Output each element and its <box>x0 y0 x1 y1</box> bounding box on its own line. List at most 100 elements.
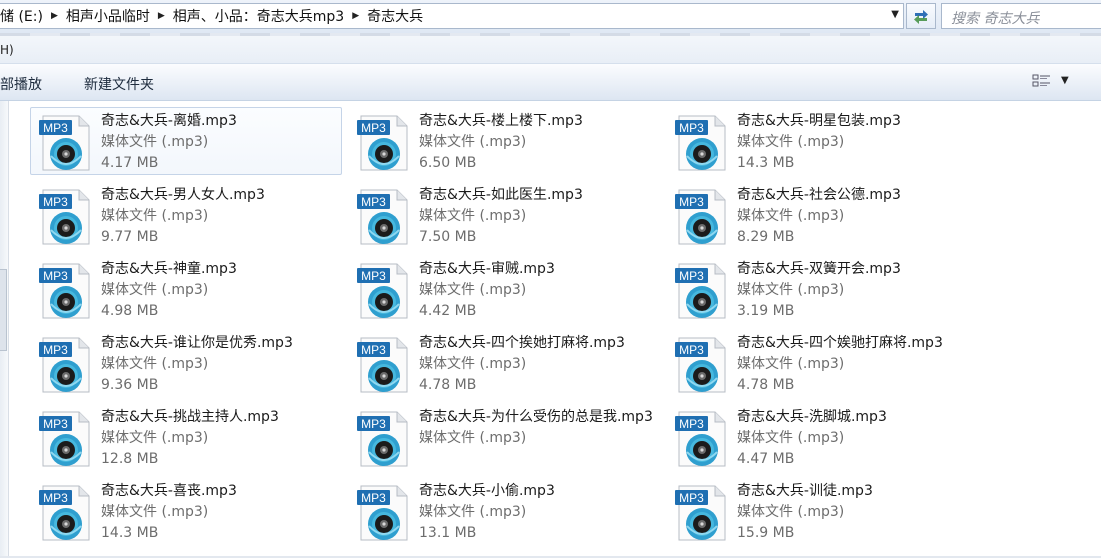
file-type: 媒体文件 (.mp3) <box>737 134 845 150</box>
file-type: 媒体文件 (.mp3) <box>419 134 527 150</box>
command-toolbar: 全部播放 新建文件夹 ▼ <box>0 64 1101 101</box>
file-name: 奇志&大兵-离婚.mp3 <box>101 113 237 129</box>
svg-text:MP3: MP3 <box>43 343 68 357</box>
file-type: 媒体文件 (.mp3) <box>101 134 209 150</box>
file-size: 3.19 MB <box>737 303 795 319</box>
file-size: 6.50 MB <box>419 155 477 171</box>
svg-text:MP3: MP3 <box>679 343 704 357</box>
file-details: 奇志&大兵-神童.mp3 媒体文件 (.mp3) 4.98 MB <box>101 259 343 322</box>
file-name: 奇志&大兵-双簧开会.mp3 <box>737 261 901 277</box>
file-size: 4.98 MB <box>101 303 159 319</box>
svg-text:MP3: MP3 <box>361 269 386 283</box>
svg-text:MP3: MP3 <box>679 269 704 283</box>
play-all-button[interactable]: 全部播放 <box>0 74 42 94</box>
file-item[interactable]: MP3 奇志&大兵-训徒.mp3 媒体文件 (.mp3) 15.9 MB <box>666 477 978 545</box>
file-item[interactable]: MP3 奇志&大兵-洗脚城.mp3 媒体文件 (.mp3) 4.47 MB <box>666 403 978 471</box>
mp3-file-icon: MP3 <box>675 411 726 467</box>
file-type: 媒体文件 (.mp3) <box>101 208 209 224</box>
file-item[interactable]: MP3 奇志&大兵-挑战主持人.mp3 媒体文件 (.mp3) 12.8 MB <box>30 403 342 471</box>
svg-text:MP3: MP3 <box>43 269 68 283</box>
mp3-file-icon: MP3 <box>39 411 90 467</box>
file-details: 奇志&大兵-洗脚城.mp3 媒体文件 (.mp3) 4.47 MB <box>737 407 979 470</box>
file-item[interactable]: MP3 奇志&大兵-喜丧.mp3 媒体文件 (.mp3) 14.3 MB <box>30 477 342 545</box>
mp3-file-icon: MP3 <box>675 189 726 245</box>
svg-text:MP3: MP3 <box>361 343 386 357</box>
chevron-right-icon[interactable]: ▶ <box>350 11 361 21</box>
file-type: 媒体文件 (.mp3) <box>101 504 209 520</box>
file-size: 15.9 MB <box>737 525 795 541</box>
file-item[interactable]: MP3 奇志&大兵-神童.mp3 媒体文件 (.mp3) 4.98 MB <box>30 255 342 323</box>
file-item[interactable]: MP3 奇志&大兵-谁让你是优秀.mp3 媒体文件 (.mp3) 9.36 MB <box>30 329 342 397</box>
new-folder-button[interactable]: 新建文件夹 <box>84 74 154 94</box>
mp3-file-icon: MP3 <box>39 337 90 393</box>
file-item[interactable]: MP3 奇志&大兵-双簧开会.mp3 媒体文件 (.mp3) 3.19 MB <box>666 255 978 323</box>
file-details: 奇志&大兵-离婚.mp3 媒体文件 (.mp3) 4.17 MB <box>101 111 343 174</box>
file-details: 奇志&大兵-如此医生.mp3 媒体文件 (.mp3) 7.50 MB <box>419 185 661 248</box>
file-name: 奇志&大兵-为什么受伤的总是我.mp3 <box>419 409 653 425</box>
breadcrumb[interactable]: 存储 (E:) ▶ 相声小品临时 ▶ 相声、小品：奇志大兵mp3 ▶ 奇志大兵 … <box>0 3 904 29</box>
file-details: 奇志&大兵-明星包装.mp3 媒体文件 (.mp3) 14.3 MB <box>737 111 979 174</box>
mp3-file-icon: MP3 <box>675 485 726 541</box>
file-name: 奇志&大兵-神童.mp3 <box>101 261 237 277</box>
menu-item-help[interactable]: H) <box>0 43 14 57</box>
file-item[interactable]: MP3 奇志&大兵-社会公德.mp3 媒体文件 (.mp3) 8.29 MB <box>666 181 978 249</box>
address-dropdown-icon[interactable]: ▼ <box>891 9 899 20</box>
file-size: 12.8 MB <box>101 451 159 467</box>
file-item[interactable]: MP3 奇志&大兵-男人女人.mp3 媒体文件 (.mp3) 9.77 MB <box>30 181 342 249</box>
scrollbar-thumb[interactable] <box>0 269 7 351</box>
mp3-file-icon: MP3 <box>39 115 90 171</box>
file-name: 奇志&大兵-喜丧.mp3 <box>101 483 237 499</box>
file-item[interactable]: MP3 奇志&大兵-四个挨她打麻将.mp3 媒体文件 (.mp3) 4.78 M… <box>348 329 660 397</box>
change-view-icon[interactable] <box>1032 74 1052 90</box>
svg-text:MP3: MP3 <box>361 417 386 431</box>
file-item[interactable]: MP3 奇志&大兵-离婚.mp3 媒体文件 (.mp3) 4.17 MB <box>30 107 342 175</box>
search-input[interactable]: 搜索 奇志大兵 <box>941 3 1101 29</box>
file-item[interactable]: MP3 奇志&大兵-为什么受伤的总是我.mp3 媒体文件 (.mp3) <box>348 403 660 471</box>
file-item[interactable]: MP3 奇志&大兵-小偷.mp3 媒体文件 (.mp3) 13.1 MB <box>348 477 660 545</box>
breadcrumb-current-folder[interactable]: 奇志大兵 <box>361 6 429 26</box>
file-type: 媒体文件 (.mp3) <box>419 356 527 372</box>
svg-text:MP3: MP3 <box>679 491 704 505</box>
file-details: 奇志&大兵-四个娭驰打麻将.mp3 媒体文件 (.mp3) 4.78 MB <box>737 333 979 396</box>
mp3-file-icon: MP3 <box>357 411 408 467</box>
svg-text:MP3: MP3 <box>679 121 704 135</box>
file-item[interactable]: MP3 奇志&大兵-明星包装.mp3 媒体文件 (.mp3) 14.3 MB <box>666 107 978 175</box>
file-name: 奇志&大兵-社会公德.mp3 <box>737 187 901 203</box>
svg-text:MP3: MP3 <box>361 195 386 209</box>
file-type: 媒体文件 (.mp3) <box>419 208 527 224</box>
file-name: 奇志&大兵-训徒.mp3 <box>737 483 873 499</box>
mp3-file-icon: MP3 <box>675 263 726 319</box>
file-size: 4.47 MB <box>737 451 795 467</box>
svg-text:MP3: MP3 <box>361 491 386 505</box>
mp3-file-icon: MP3 <box>39 189 90 245</box>
view-options-dropdown-icon[interactable]: ▼ <box>1061 75 1069 86</box>
svg-text:MP3: MP3 <box>43 195 68 209</box>
menu-strip <box>0 33 1101 36</box>
mp3-file-icon: MP3 <box>39 263 90 319</box>
breadcrumb-drive[interactable]: 存储 (E:) <box>0 6 49 26</box>
file-size: 7.50 MB <box>419 229 477 245</box>
file-details: 奇志&大兵-社会公德.mp3 媒体文件 (.mp3) 8.29 MB <box>737 185 979 248</box>
file-name: 奇志&大兵-洗脚城.mp3 <box>737 409 887 425</box>
file-item[interactable]: MP3 奇志&大兵-四个娭驰打麻将.mp3 媒体文件 (.mp3) 4.78 M… <box>666 329 978 397</box>
file-name: 奇志&大兵-四个娭驰打麻将.mp3 <box>737 335 943 351</box>
file-type: 媒体文件 (.mp3) <box>419 430 527 446</box>
breadcrumb-folder-temp[interactable]: 相声小品临时 <box>60 6 156 26</box>
file-name: 奇志&大兵-男人女人.mp3 <box>101 187 265 203</box>
refresh-button[interactable] <box>906 3 936 29</box>
file-item[interactable]: MP3 奇志&大兵-审贼.mp3 媒体文件 (.mp3) 4.42 MB <box>348 255 660 323</box>
svg-text:MP3: MP3 <box>43 491 68 505</box>
file-size: 4.42 MB <box>419 303 477 319</box>
breadcrumb-folder-xiangsheng[interactable]: 相声、小品：奇志大兵mp3 <box>167 6 350 26</box>
file-name: 奇志&大兵-明星包装.mp3 <box>737 113 901 129</box>
file-item[interactable]: MP3 奇志&大兵-楼上楼下.mp3 媒体文件 (.mp3) 6.50 MB <box>348 107 660 175</box>
chevron-right-icon[interactable]: ▶ <box>49 11 60 21</box>
file-item[interactable]: MP3 奇志&大兵-如此医生.mp3 媒体文件 (.mp3) 7.50 MB <box>348 181 660 249</box>
chevron-right-icon[interactable]: ▶ <box>156 11 167 21</box>
file-name: 奇志&大兵-如此医生.mp3 <box>419 187 583 203</box>
file-size: 8.29 MB <box>737 229 795 245</box>
file-size: 13.1 MB <box>419 525 477 541</box>
address-bar-row: 存储 (E:) ▶ 相声小品临时 ▶ 相声、小品：奇志大兵mp3 ▶ 奇志大兵 … <box>0 0 1101 34</box>
refresh-icon <box>914 10 928 24</box>
mp3-file-icon: MP3 <box>357 485 408 541</box>
